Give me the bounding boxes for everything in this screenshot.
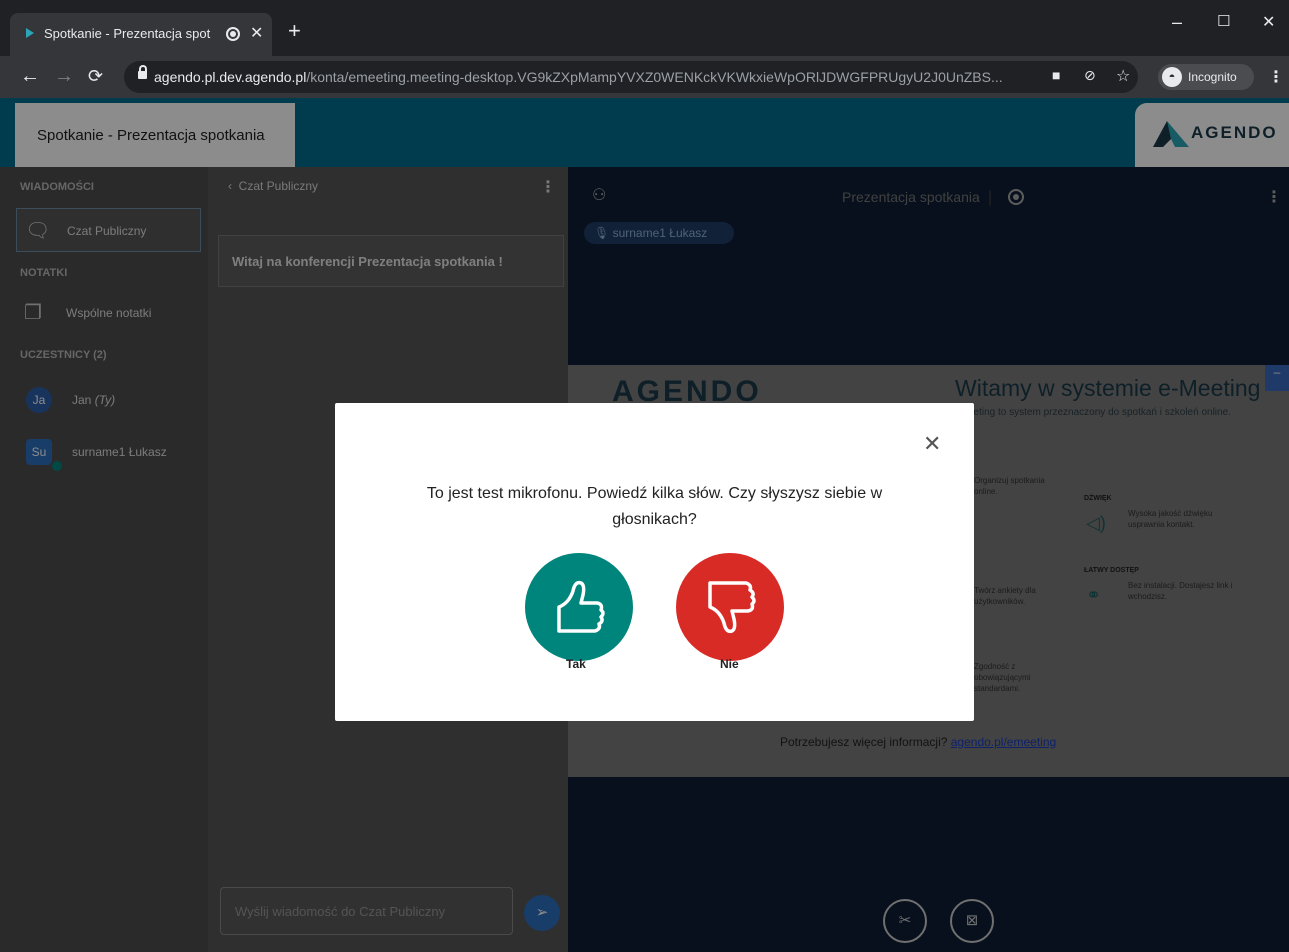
no-label: Nie — [720, 657, 739, 671]
incognito-icon: ◓ — [1162, 67, 1182, 87]
window-minimize-button[interactable]: – — [1172, 12, 1182, 33]
reload-icon[interactable]: ⟳ — [88, 66, 103, 87]
close-icon[interactable]: ✕ — [923, 431, 941, 457]
back-arrow-icon[interactable]: ← — [20, 65, 40, 88]
recording-icon — [226, 27, 240, 41]
mic-test-dialog: ✕ To jest test mikrofonu. Powiedź kilka … — [335, 403, 974, 721]
tab-title: Spotkanie - Prezentacja spot — [44, 26, 211, 41]
incognito-badge[interactable]: ◓ Incognito — [1158, 64, 1254, 90]
yes-label: Tak — [566, 657, 586, 671]
browser-tab[interactable]: Spotkanie - Prezentacja spot ✕ — [10, 13, 272, 56]
thumbs-up-icon — [557, 580, 605, 633]
new-tab-button[interactable]: + — [288, 20, 301, 42]
no-button[interactable] — [676, 553, 784, 661]
incognito-label: Incognito — [1188, 70, 1237, 84]
window-close-button[interactable]: ✕ — [1262, 12, 1275, 32]
star-icon[interactable]: ☆ — [1116, 66, 1130, 86]
browser-menu-icon[interactable]: ⋮ — [1268, 67, 1284, 87]
lock-icon — [138, 65, 147, 79]
forward-arrow-icon[interactable]: → — [54, 65, 74, 88]
camera-icon[interactable]: ■ — [1052, 67, 1060, 83]
mic-test-question: To jest test mikrofonu. Powiedź kilka sł… — [426, 485, 883, 528]
tab-close-button[interactable]: ✕ — [250, 23, 263, 43]
agendo-favicon-icon — [26, 28, 34, 38]
browser-toolbar: ← → ⟳ agendo.pl.dev.agendo.pl/konta/emee… — [0, 56, 1289, 98]
address-bar[interactable]: agendo.pl.dev.agendo.pl/konta/emeeting.m… — [124, 61, 1138, 93]
yes-button[interactable] — [525, 553, 633, 661]
browser-tabbar: Spotkanie - Prezentacja spot ✕ + – ☐ ✕ — [0, 0, 1289, 58]
thumbs-down-icon — [708, 581, 756, 634]
eye-off-icon[interactable]: ⊘ — [1084, 67, 1096, 84]
window-maximize-button[interactable]: ☐ — [1217, 12, 1230, 30]
url-text: agendo.pl.dev.agendo.pl/konta/emeeting.m… — [154, 69, 1003, 85]
